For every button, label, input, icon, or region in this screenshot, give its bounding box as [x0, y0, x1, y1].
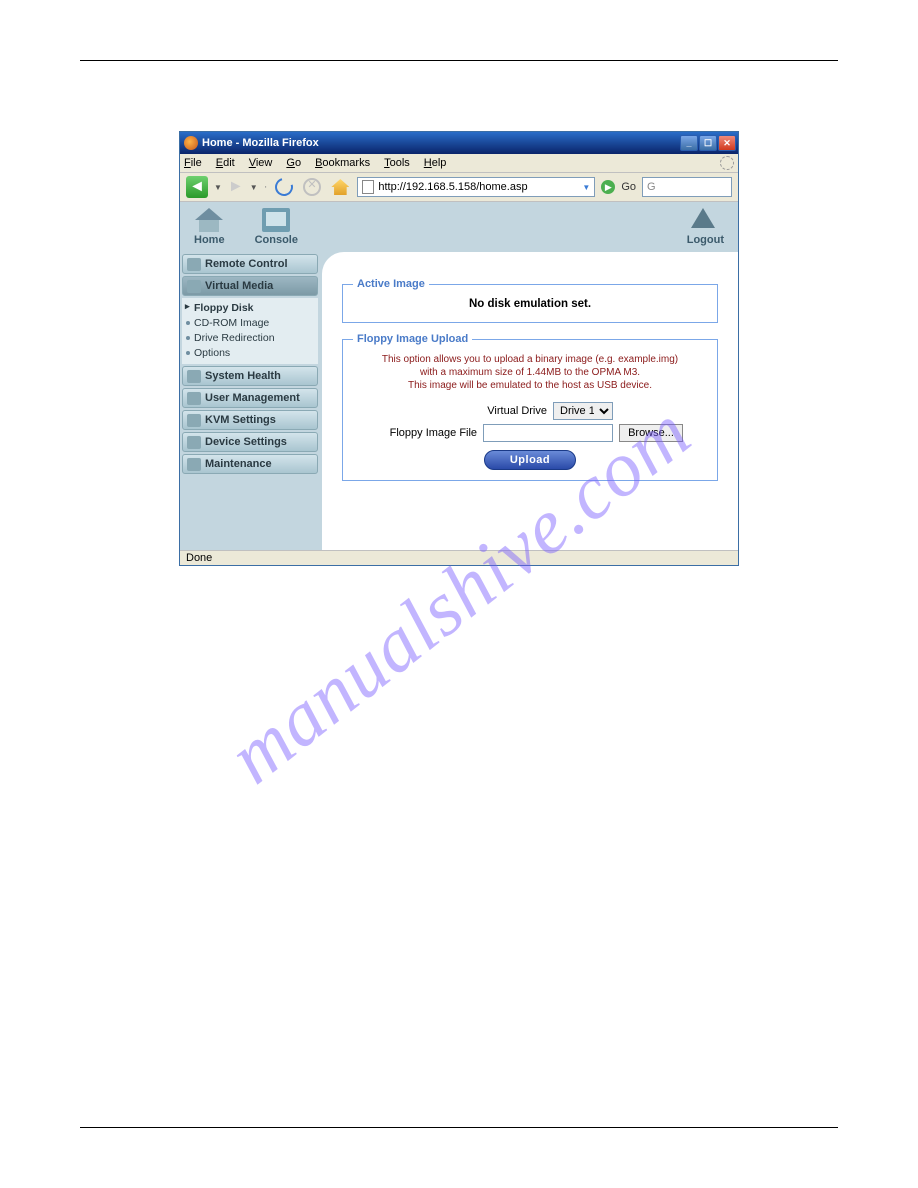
sidebar-maint[interactable]: Maintenance: [182, 454, 318, 474]
address-bar[interactable]: ▼: [357, 177, 595, 197]
reload-button[interactable]: [273, 176, 295, 198]
toolbar-console[interactable]: Console: [255, 208, 298, 246]
go-label: Go: [621, 181, 636, 193]
firefox-icon: [184, 136, 198, 150]
active-image-legend: Active Image: [353, 278, 429, 290]
upload-fieldset: Floppy Image Upload This option allows y…: [342, 333, 718, 481]
menu-bar: File Edit View Go Bookmarks Tools Help: [180, 154, 738, 173]
stop-button[interactable]: [301, 176, 323, 198]
toolbar-home[interactable]: Home: [194, 208, 225, 246]
browser-window: Home - Mozilla Firefox _ ☐ ✕ File Edit V…: [179, 131, 739, 566]
back-dropdown[interactable]: ▼: [214, 183, 222, 192]
forward-dropdown[interactable]: ▼: [250, 183, 258, 192]
app-main: Remote Control Virtual Media Floppy Disk…: [180, 252, 738, 550]
toolbar-logout-label: Logout: [687, 234, 724, 246]
app-toolbar: Home Console Logout: [180, 202, 738, 252]
maximize-button[interactable]: ☐: [699, 135, 717, 151]
sidebar-label: System Health: [205, 370, 281, 382]
sidebar-kvm[interactable]: KVM Settings: [182, 410, 318, 430]
subitem-floppy-disk[interactable]: Floppy Disk: [182, 300, 318, 315]
toolbar-console-label: Console: [255, 234, 298, 246]
menu-view[interactable]: View: [249, 157, 273, 169]
top-rule: [80, 60, 838, 61]
go-button[interactable]: ▶: [601, 180, 615, 194]
forward-button[interactable]: ►: [228, 178, 244, 196]
upload-button[interactable]: Upload: [484, 450, 576, 470]
home-button[interactable]: [329, 176, 351, 198]
home-icon: [331, 179, 349, 195]
file-input[interactable]: [483, 424, 613, 442]
console-icon: [262, 208, 290, 232]
sidebar-submenu: Floppy Disk CD-ROM Image Drive Redirecti…: [182, 298, 318, 364]
home-app-icon: [195, 208, 223, 232]
window-title: Home - Mozilla Firefox: [202, 137, 680, 149]
file-label: Floppy Image File: [377, 427, 477, 439]
virtual-drive-label: Virtual Drive: [447, 405, 547, 417]
virtual-drive-row: Virtual Drive Drive 1: [353, 402, 707, 420]
active-image-fieldset: Active Image No disk emulation set.: [342, 278, 718, 323]
toolbar-logout[interactable]: Logout: [687, 208, 724, 246]
upload-description: This option allows you to upload a binar…: [353, 353, 707, 392]
sidebar-virtual-media[interactable]: Virtual Media: [182, 276, 318, 296]
subitem-options[interactable]: Options: [182, 345, 318, 360]
sidebar-label: Maintenance: [205, 458, 272, 470]
browse-button[interactable]: Browse...: [619, 424, 683, 442]
status-text: Done: [186, 552, 212, 564]
minimize-button[interactable]: _: [680, 135, 698, 151]
menu-edit[interactable]: Edit: [216, 157, 235, 169]
stop-icon: [303, 178, 321, 196]
menu-bookmarks[interactable]: Bookmarks: [315, 157, 370, 169]
page-icon: [362, 180, 374, 194]
menu-file[interactable]: File: [184, 157, 202, 169]
screenshot: Home - Mozilla Firefox _ ☐ ✕ File Edit V…: [179, 131, 739, 566]
active-image-status: No disk emulation set.: [353, 296, 707, 312]
subitem-cdrom[interactable]: CD-ROM Image: [182, 315, 318, 330]
sidebar: Remote Control Virtual Media Floppy Disk…: [180, 252, 322, 550]
file-row: Floppy Image File Browse...: [353, 424, 707, 442]
menu-go[interactable]: Go: [286, 157, 301, 169]
content-panel: Active Image No disk emulation set. Flop…: [322, 252, 738, 550]
sidebar-label: KVM Settings: [205, 414, 276, 426]
logout-icon: [691, 208, 719, 232]
app-body: Home Console Logout Remote Control Virtu…: [180, 202, 738, 550]
sidebar-label: Remote Control: [205, 258, 288, 270]
subitem-drive-redir[interactable]: Drive Redirection: [182, 330, 318, 345]
search-field[interactable]: G: [642, 177, 732, 197]
sidebar-remote-control[interactable]: Remote Control: [182, 254, 318, 274]
virtual-drive-select[interactable]: Drive 1: [553, 402, 613, 420]
sidebar-label: Device Settings: [205, 436, 287, 448]
status-bar: Done: [180, 550, 738, 565]
sidebar-device[interactable]: Device Settings: [182, 432, 318, 452]
sidebar-system-health[interactable]: System Health: [182, 366, 318, 386]
reload-icon: [272, 175, 297, 200]
sidebar-label: User Management: [205, 392, 300, 404]
search-engine-icon: G: [647, 181, 656, 193]
menu-tools[interactable]: Tools: [384, 157, 410, 169]
url-dropdown-icon[interactable]: ▼: [582, 183, 590, 192]
sidebar-user-mgmt[interactable]: User Management: [182, 388, 318, 408]
window-titlebar: Home - Mozilla Firefox _ ☐ ✕: [180, 132, 738, 154]
sidebar-label: Virtual Media: [205, 280, 273, 292]
nav-toolbar: ◄ ▼ ► ▼ · ▼ ▶ Go G: [180, 173, 738, 202]
throbber-icon: [720, 156, 734, 170]
toolbar-home-label: Home: [194, 234, 225, 246]
bottom-rule: [80, 1127, 838, 1128]
url-input[interactable]: [378, 181, 578, 193]
close-button[interactable]: ✕: [718, 135, 736, 151]
menu-help[interactable]: Help: [424, 157, 447, 169]
upload-legend: Floppy Image Upload: [353, 333, 472, 345]
back-button[interactable]: ◄: [186, 176, 208, 198]
